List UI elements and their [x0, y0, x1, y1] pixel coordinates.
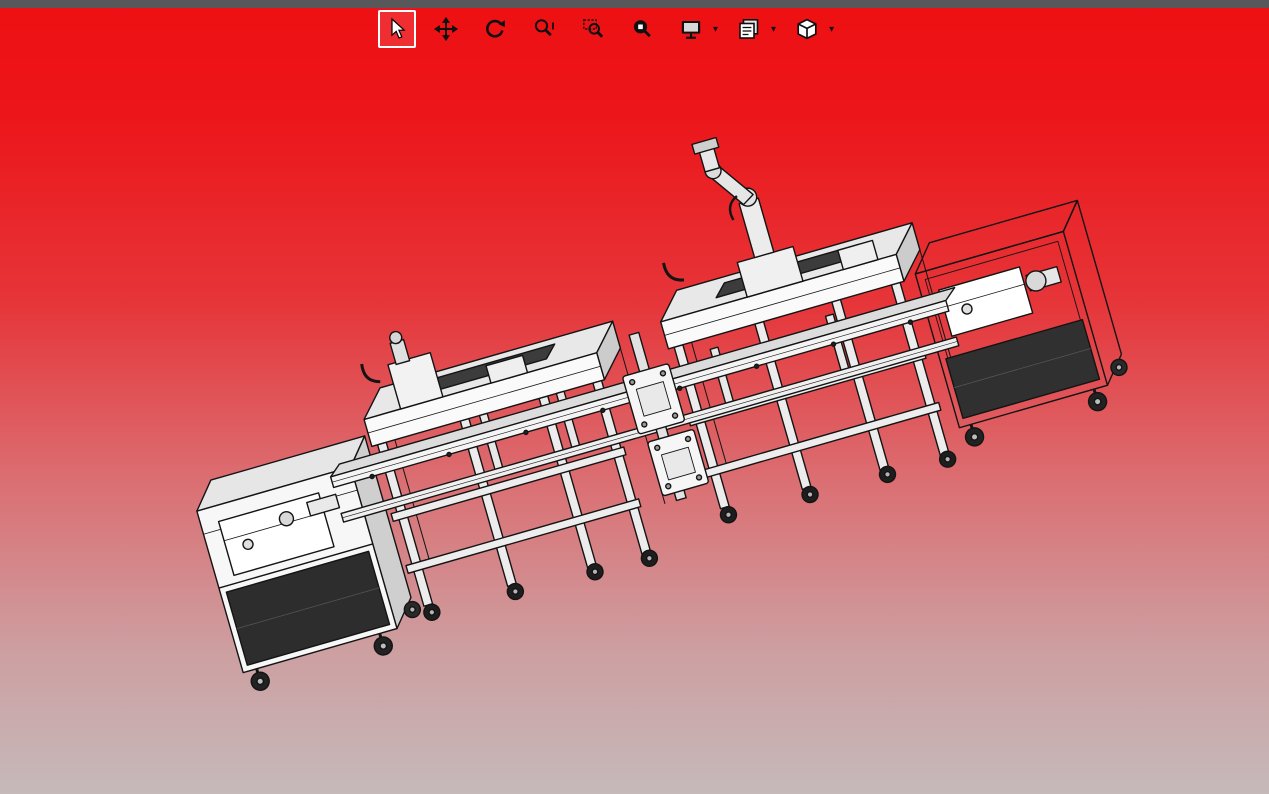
- magnifier-window-icon: [581, 17, 605, 41]
- sheet-views-icon: [737, 17, 761, 41]
- rotate-button[interactable]: [476, 10, 514, 48]
- display-mode-button[interactable]: [672, 10, 710, 48]
- cube-icon: [795, 17, 819, 41]
- pan-button[interactable]: [427, 10, 465, 48]
- view-toolbar: ▾ ▾ ▾: [378, 10, 846, 48]
- zoom-window-button[interactable]: [574, 10, 612, 48]
- cursor-arrow-icon: [385, 17, 409, 41]
- standard-views-dropdown-arrow-icon[interactable]: ▾: [771, 24, 776, 35]
- monitor-icon: [679, 17, 703, 41]
- machine-assembly-model: [196, 136, 1128, 691]
- magnifier-fit-icon: [630, 17, 654, 41]
- right-cart: [914, 199, 1128, 447]
- zoom-fit-button[interactable]: [623, 10, 661, 48]
- 3d-viewport[interactable]: [0, 8, 1269, 794]
- rotate-arrows-icon: [483, 17, 507, 41]
- pan-arrows-icon: [434, 17, 458, 41]
- orientation-dropdown-arrow-icon[interactable]: ▾: [829, 24, 834, 35]
- zoom-in-out-button[interactable]: [525, 10, 563, 48]
- magnifier-zoom-icon: [532, 17, 556, 41]
- display-mode-dropdown-arrow-icon[interactable]: ▾: [713, 24, 718, 35]
- robot-arm: [691, 136, 804, 298]
- orientation-button[interactable]: [788, 10, 826, 48]
- standard-views-button[interactable]: [730, 10, 768, 48]
- select-button[interactable]: [378, 10, 416, 48]
- window-top-bar: [0, 0, 1269, 8]
